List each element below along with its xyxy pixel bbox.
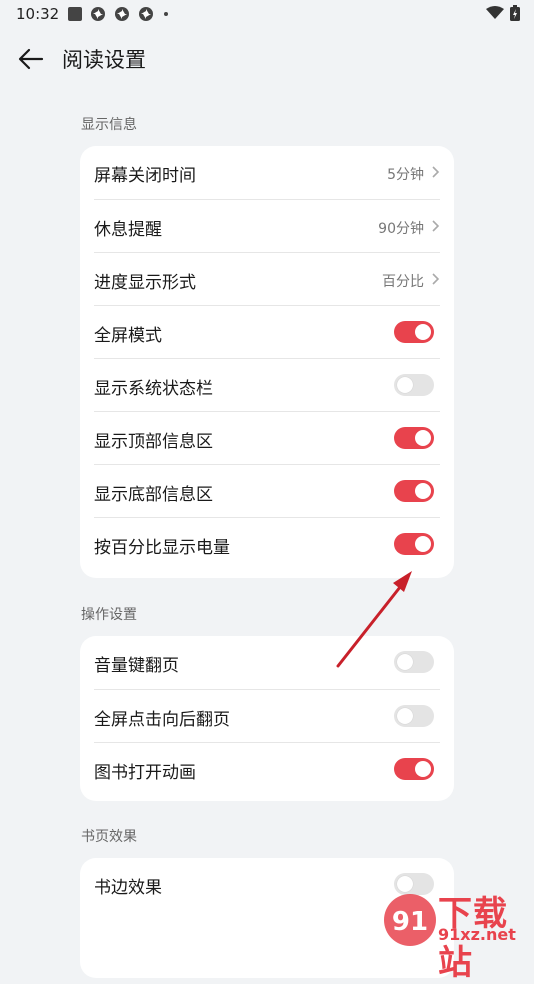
setting-label: 按百分比显示电量 xyxy=(94,538,230,558)
toggle-knob xyxy=(415,430,431,446)
section-label-display: 显示信息 xyxy=(81,117,137,133)
setting-label: 显示顶部信息区 xyxy=(94,432,213,452)
system-status-bar-toggle[interactable] xyxy=(394,374,434,396)
volume-page-toggle[interactable] xyxy=(394,651,434,673)
status-time: 10:32 xyxy=(16,5,60,23)
display-settings-card: 屏幕关闭时间 5分钟 休息提醒 90分钟 进度显示形式 百分比 全屏模式 显示系… xyxy=(80,146,454,578)
setting-row-volume-page: 音量键翻页 xyxy=(94,636,440,689)
setting-label: 进度显示形式 xyxy=(94,273,196,293)
setting-label: 音量键翻页 xyxy=(94,656,179,676)
back-button[interactable] xyxy=(14,42,48,76)
setting-label: 屏幕关闭时间 xyxy=(94,166,196,186)
toggle-knob xyxy=(397,654,413,670)
operation-settings-card: 音量键翻页 全屏点击向后翻页 图书打开动画 xyxy=(80,636,454,801)
tap-next-page-toggle[interactable] xyxy=(394,705,434,727)
setting-row-rest-reminder[interactable]: 休息提醒 90分钟 xyxy=(94,199,440,252)
chevron-right-icon xyxy=(432,166,440,178)
page-title: 阅读设置 xyxy=(62,48,146,72)
setting-value: 5分钟 xyxy=(387,167,424,183)
toggle-knob xyxy=(415,483,431,499)
pinwheel-icon xyxy=(139,7,153,21)
section-label-operation: 操作设置 xyxy=(81,607,137,623)
setting-row-system-status-bar: 显示系统状态栏 xyxy=(94,358,440,411)
setting-row-fullscreen: 全屏模式 xyxy=(94,305,440,358)
top-info-toggle[interactable] xyxy=(394,427,434,449)
setting-row-battery-percent: 按百分比显示电量 xyxy=(94,517,440,570)
setting-row-bottom-info: 显示底部信息区 xyxy=(94,464,440,517)
chevron-right-icon xyxy=(432,273,440,285)
setting-label: 显示系统状态栏 xyxy=(94,379,213,399)
pinwheel-icon xyxy=(115,7,129,21)
app-bar: 阅读设置 xyxy=(0,30,534,86)
setting-row-top-info: 显示顶部信息区 xyxy=(94,411,440,464)
setting-row-screen-off[interactable]: 屏幕关闭时间 5分钟 xyxy=(94,146,440,199)
toggle-knob xyxy=(415,761,431,777)
toggle-knob xyxy=(397,708,413,724)
setting-row-open-animation: 图书打开动画 xyxy=(94,742,440,795)
notification-icons xyxy=(68,6,168,22)
pinwheel-icon xyxy=(91,7,105,21)
toggle-knob xyxy=(397,377,413,393)
setting-value: 90分钟 xyxy=(378,221,424,237)
setting-label: 全屏点击向后翻页 xyxy=(94,710,230,730)
toggle-knob xyxy=(415,536,431,552)
bottom-info-toggle[interactable] xyxy=(394,480,434,502)
setting-label: 书边效果 xyxy=(94,878,162,898)
setting-label: 全屏模式 xyxy=(94,326,162,346)
svg-text:91: 91 xyxy=(392,907,428,937)
setting-label: 休息提醒 xyxy=(94,220,162,240)
more-notifications-icon xyxy=(164,12,168,16)
watermark-site: 91xz.net xyxy=(438,925,516,944)
chevron-right-icon xyxy=(432,220,440,232)
wifi-icon xyxy=(486,6,504,19)
section-label-page-effect: 书页效果 xyxy=(81,829,137,845)
status-bar: 10:32 xyxy=(0,0,534,30)
open-animation-toggle[interactable] xyxy=(394,758,434,780)
setting-label: 图书打开动画 xyxy=(94,763,196,783)
setting-label: 显示底部信息区 xyxy=(94,485,213,505)
battery-percent-toggle[interactable] xyxy=(394,533,434,555)
setting-value: 百分比 xyxy=(382,274,424,290)
setting-row-progress-format[interactable]: 进度显示形式 百分比 xyxy=(94,252,440,305)
battery-icon xyxy=(510,5,520,21)
toggle-knob xyxy=(415,324,431,340)
setting-row-tap-next-page: 全屏点击向后翻页 xyxy=(94,689,440,742)
fullscreen-toggle[interactable] xyxy=(394,321,434,343)
app-notification-icon xyxy=(68,7,82,21)
arrow-left-icon xyxy=(18,48,44,70)
system-icons xyxy=(486,5,520,21)
